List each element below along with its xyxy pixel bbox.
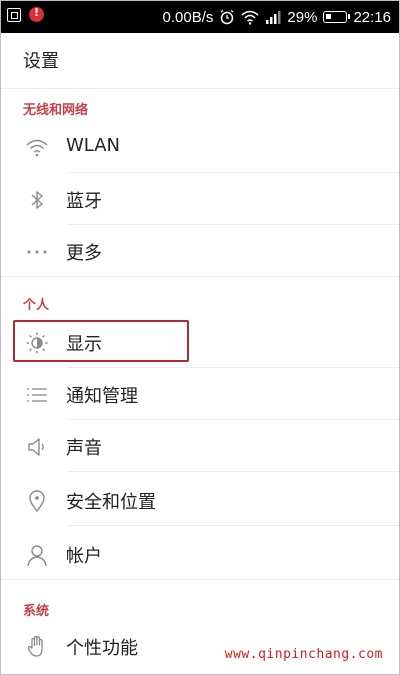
highlight-box [13,320,189,362]
settings-screen: 0.00B/s 29% 22:16 设置 [0,0,400,675]
status-left [7,6,44,22]
divider [1,276,399,277]
net-speed: 0.00B/s [162,8,214,26]
wifi-status-icon [241,10,259,25]
settings-item-wlan[interactable]: WLAN [1,121,399,173]
alert-icon [29,6,44,22]
battery-percent: 29% [287,8,318,26]
settings-item-label: WLAN [66,135,121,156]
settings-item-label: 声音 [66,438,102,459]
page-title: 设置 [23,51,59,72]
battery-icon [323,11,351,23]
settings-item-accounts[interactable]: 帐户 [1,528,399,580]
settings-item-security[interactable]: 安全和位置 [1,474,399,526]
section-label-personal: 个人 [23,298,50,313]
signal-icon [266,11,281,24]
hand-icon [27,635,43,657]
list-icon [27,388,47,402]
divider [1,579,399,580]
clock: 22:16 [353,8,391,26]
title-bar: 设置 [1,33,399,89]
settings-item-features[interactable]: 个性功能 [1,620,399,672]
settings-item-sound[interactable]: 声音 [1,420,399,472]
bluetooth-icon [31,191,43,209]
section-personal: 个人 [1,286,399,318]
settings-item-label: 更多 [66,243,102,264]
person-icon [27,545,47,567]
settings-item-label: 个性功能 [66,638,138,659]
status-bar: 0.00B/s 29% 22:16 [1,1,399,33]
settings-item-label: 通知管理 [66,386,138,407]
settings-item-more[interactable]: 更多 [1,225,399,277]
section-label-wireless: 无线和网络 [23,103,89,118]
more-dots-icon [27,250,47,254]
alarm-icon [221,9,234,25]
divider [67,471,399,472]
settings-item-bluetooth[interactable]: 蓝牙 [1,173,399,225]
settings-item-label: 蓝牙 [66,191,102,212]
screenshot-icon [7,7,21,22]
location-pin-icon [29,490,45,513]
settings-item-label: 安全和位置 [66,492,156,513]
settings-item-label: 帐户 [66,546,102,567]
watermark: www.qinpinchang.com [224,647,383,662]
section-wireless: 无线和网络 [1,91,399,123]
divider [67,525,399,526]
speaker-icon [28,438,44,456]
status-right: 0.00B/s 29% 22:16 [163,1,391,33]
settings-item-notifications[interactable]: 通知管理 [1,368,399,420]
section-label-system: 系统 [23,604,50,619]
wifi-icon [26,139,48,157]
